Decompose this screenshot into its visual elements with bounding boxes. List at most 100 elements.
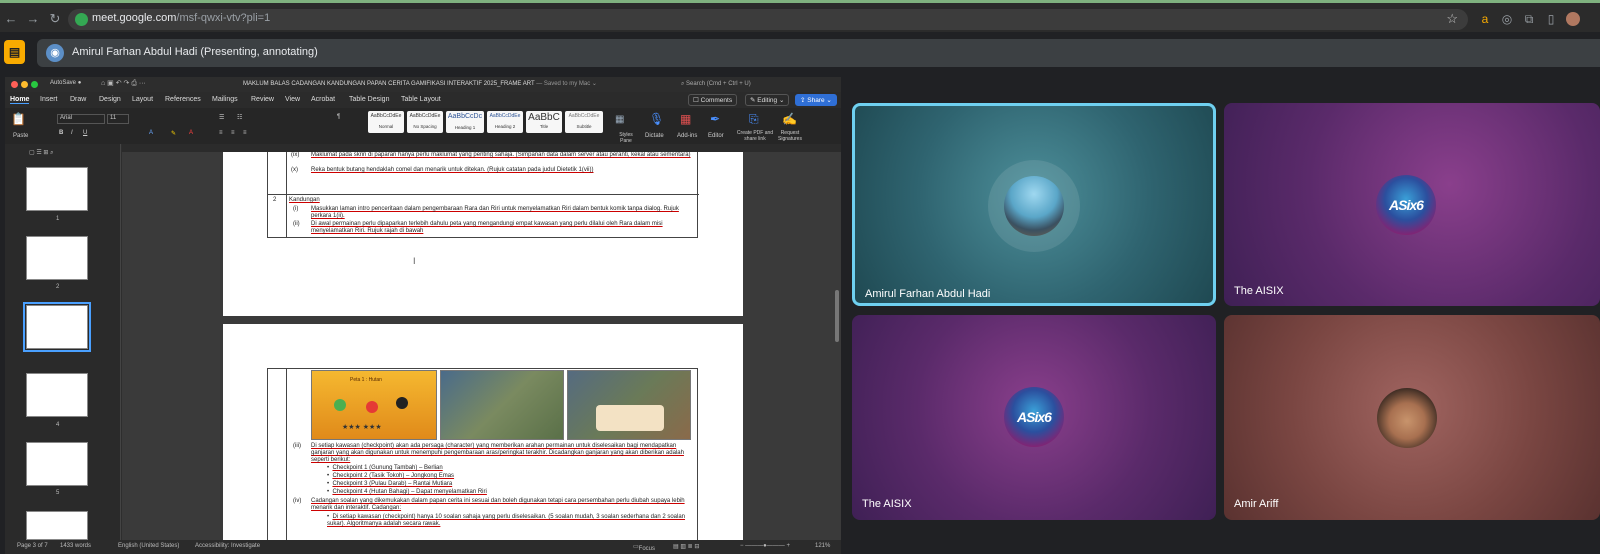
participant-tile-aisix-2[interactable]: ASix6 The AISIX: [852, 315, 1216, 520]
styles-pane-icon[interactable]: ▦: [615, 114, 624, 125]
tab-table-layout[interactable]: Table Layout: [401, 96, 441, 103]
thumbnail-view-icons[interactable]: ▢ ☰ ⊞ ⌕: [29, 149, 53, 157]
style-subtitle[interactable]: AaBbCcDdEe Subtitle: [565, 111, 603, 133]
focus-button[interactable]: ▭ Focus: [633, 543, 655, 552]
address-bar[interactable]: meet.google.com/msf-qwxi-vtv?pli=1 ☆: [68, 9, 1468, 30]
bold-button[interactable]: B: [59, 130, 63, 136]
reload-icon[interactable]: ↻: [48, 12, 62, 26]
align-left-icon[interactable]: ≡: [219, 130, 223, 136]
page-thumbnails-pane: ▢ ☰ ⊞ ⌕ 1 2 4 5: [5, 144, 121, 540]
document-canvas[interactable]: (ix) Maklumat pada skrin di paparan hany…: [122, 144, 841, 541]
numbering-icon[interactable]: ☷: [237, 114, 242, 121]
participant-tile-amirul[interactable]: Amirul Farhan Abdul Hadi: [852, 103, 1216, 306]
create-pdf-label[interactable]: Create PDF and share link: [736, 130, 774, 142]
style-heading-2[interactable]: AaBbCcDdEe Heading 2: [487, 111, 523, 133]
url-text[interactable]: meet.google.com/msf-qwxi-vtv?pli=1: [92, 12, 270, 24]
paste-icon[interactable]: 📋: [11, 112, 26, 126]
tab-draw[interactable]: Draw: [70, 96, 86, 103]
tab-view[interactable]: View: [285, 96, 300, 103]
zoom-window-icon[interactable]: [31, 81, 38, 88]
row-text: Di awal permainan perlu dipaparkan terle…: [311, 221, 663, 234]
presentation-bar: ▤ ◉ Amirul Farhan Abdul Hadi (Presenting…: [0, 36, 1600, 71]
extension-icon[interactable]: a: [1478, 12, 1492, 26]
dictate-label[interactable]: Dictate: [645, 133, 664, 139]
camera-extension-icon[interactable]: ◎: [1500, 12, 1514, 26]
aisix-logo-avatar: ASix6: [1376, 175, 1436, 235]
row-number: (x): [291, 167, 298, 173]
zoom-level[interactable]: 121%: [815, 543, 830, 549]
forward-icon[interactable]: →: [26, 12, 40, 26]
pilcrow-icon[interactable]: ¶: [337, 114, 340, 120]
addins-icon[interactable]: ▦: [680, 112, 691, 126]
underline-button[interactable]: U: [83, 130, 87, 136]
style-heading-1[interactable]: AaBbCcDc Heading 1: [446, 111, 484, 133]
align-center-icon[interactable]: ≡: [231, 130, 235, 136]
tab-review[interactable]: Review: [251, 96, 274, 103]
create-pdf-icon[interactable]: ⎘: [749, 112, 759, 127]
page-thumbnail-2[interactable]: [26, 236, 88, 280]
tab-insert[interactable]: Insert: [40, 96, 58, 103]
comments-button[interactable]: ☐ Comments: [688, 94, 738, 106]
text-effects-icon[interactable]: A: [149, 130, 153, 136]
profile-avatar[interactable]: [1566, 12, 1580, 26]
sidebar-icon[interactable]: ▯: [1544, 12, 1558, 26]
editing-button[interactable]: ✎ Editing ⌄: [745, 94, 790, 106]
tab-references[interactable]: References: [165, 96, 201, 103]
tab-table-design[interactable]: Table Design: [349, 96, 389, 103]
style-no-spacing[interactable]: AaBbCcDdEe No Spacing: [407, 111, 443, 133]
paste-label[interactable]: Paste: [13, 133, 28, 139]
italic-button[interactable]: I: [71, 130, 73, 136]
tab-layout[interactable]: Layout: [132, 96, 153, 103]
styles-pane-label[interactable]: Styles Pane: [613, 132, 639, 144]
bullets-icon[interactable]: ☰: [219, 114, 224, 121]
minimize-window-icon[interactable]: [21, 81, 28, 88]
page-thumbnail-5[interactable]: [26, 442, 88, 486]
zoom-slider[interactable]: − ———●——— +: [740, 543, 790, 549]
participant-name: The AISIX: [1234, 285, 1284, 297]
tab-design[interactable]: Design: [99, 96, 121, 103]
autosave-toggle[interactable]: AutoSave ●: [50, 80, 81, 86]
language-status[interactable]: English (United States): [118, 543, 179, 549]
tab-home[interactable]: Home: [10, 96, 30, 104]
bookmark-star-icon[interactable]: ☆: [1446, 11, 1458, 27]
share-button[interactable]: ⇪ Share ⌄: [795, 94, 837, 106]
close-window-icon[interactable]: [11, 81, 18, 88]
align-right-icon[interactable]: ≡: [243, 130, 247, 136]
font-name-select[interactable]: Arial: [57, 114, 105, 124]
document-page-3[interactable]: (ix) Maklumat pada skrin di paparan hany…: [223, 152, 743, 316]
back-icon[interactable]: ←: [4, 12, 18, 26]
style-normal[interactable]: AaBbCcDdEe Normal: [368, 111, 404, 133]
row-text: Di setiap kawasan (checkpoint) akan ada …: [311, 443, 684, 463]
thumbnail-number: 4: [56, 422, 60, 428]
vertical-scrollbar[interactable]: [835, 144, 839, 540]
editor-icon[interactable]: ✒: [710, 112, 720, 126]
participant-tile-aisix-1[interactable]: ASix6 The AISIX: [1224, 103, 1600, 306]
tab-acrobat[interactable]: Acrobat: [311, 96, 335, 103]
page-thumbnail-4[interactable]: [26, 373, 88, 417]
page-thumbnail-3[interactable]: [23, 302, 91, 352]
participant-name: The AISIX: [862, 498, 912, 510]
document-page-4[interactable]: Peta 1 : Hutan ★★★ ★★★ (iii) Di setiap k…: [223, 324, 743, 541]
view-mode-icons[interactable]: ▤ ▥ ≣ ⊟: [673, 543, 699, 550]
request-signatures-label[interactable]: Request Signatures: [775, 130, 805, 142]
site-info-icon[interactable]: [75, 13, 88, 26]
participant-tile-amir-ariff[interactable]: Amir Ariff: [1224, 315, 1600, 520]
highlight-icon[interactable]: ✎: [171, 130, 176, 137]
tab-mailings[interactable]: Mailings: [212, 96, 238, 103]
addins-label[interactable]: Add-ins: [677, 133, 697, 139]
style-title[interactable]: AaBbC Title: [526, 111, 562, 133]
word-count[interactable]: 1433 words: [60, 543, 91, 549]
page-thumbnail-1[interactable]: [26, 167, 88, 211]
font-size-select[interactable]: 11: [107, 114, 129, 124]
stop-presenting-icon[interactable]: ▤: [4, 40, 25, 64]
search-input[interactable]: ⌕ Search (Cmd + Ctrl + U): [681, 79, 821, 90]
dictate-mic-icon[interactable]: 🎙: [649, 112, 664, 126]
page-count[interactable]: Page 3 of 7: [17, 543, 48, 549]
puzzle-extensions-icon[interactable]: ⧉: [1522, 12, 1536, 26]
page-thumbnail-6[interactable]: [26, 511, 88, 540]
quick-access-icons[interactable]: ⌂ ▣ ↶ ↷ ⎙ ···: [101, 79, 146, 88]
request-signatures-icon[interactable]: ✍: [782, 112, 797, 126]
editor-label[interactable]: Editor: [708, 133, 724, 139]
accessibility-status[interactable]: Accessibility: Investigate: [195, 543, 260, 549]
font-color-icon[interactable]: A: [189, 130, 193, 136]
